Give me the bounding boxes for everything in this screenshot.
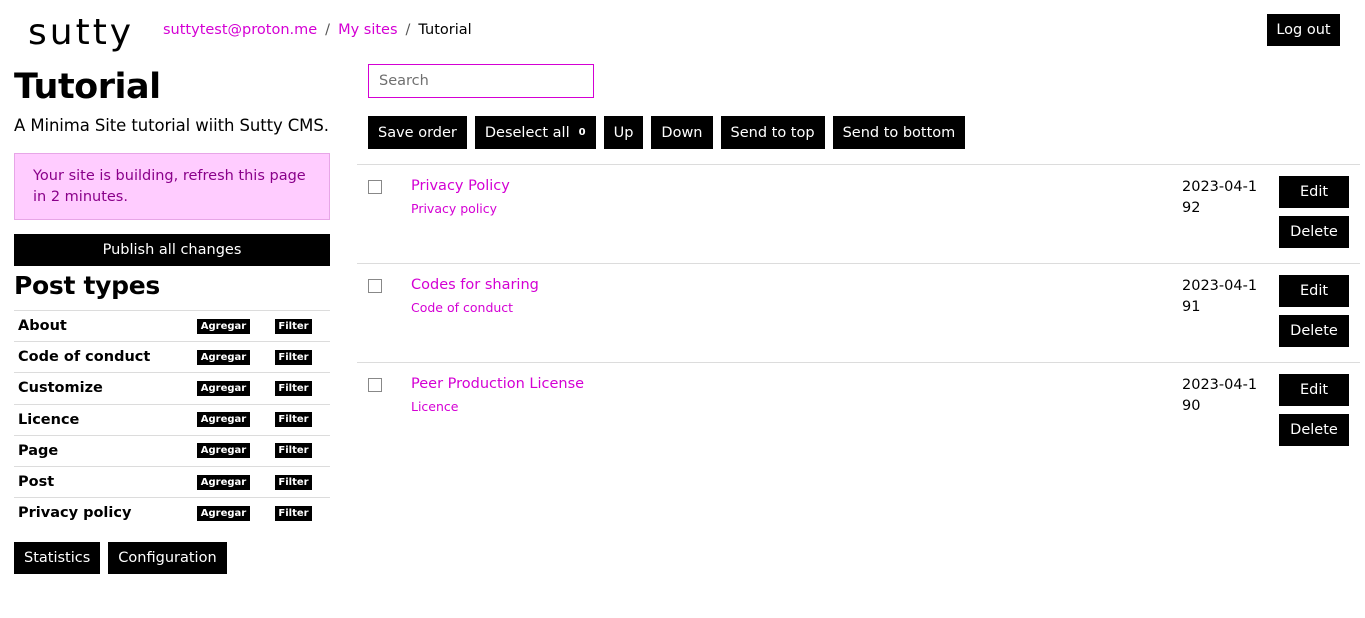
posts-list: Privacy Policy Privacy policy 2023-04-19…: [357, 164, 1360, 461]
site-title: Tutorial: [14, 67, 161, 107]
edit-button[interactable]: Edit: [1279, 374, 1349, 406]
move-down-button[interactable]: Down: [651, 116, 713, 149]
post-types-table: About Agregar Filter Code of conduct Agr…: [14, 310, 330, 528]
post-row: Privacy Policy Privacy policy 2023-04-19…: [357, 164, 1360, 263]
post-select-checkbox[interactable]: [368, 279, 382, 293]
post-type-row: Page Agregar Filter: [14, 434, 330, 466]
add-post-button[interactable]: Agregar: [197, 505, 250, 521]
build-status-alert: Your site is building, refresh this page…: [14, 153, 330, 220]
post-type-link[interactable]: Privacy policy: [411, 201, 497, 216]
post-type-row: Privacy policy Agregar Filter: [14, 497, 330, 528]
breadcrumb-separator: /: [325, 22, 331, 38]
post-type-link[interactable]: Licence: [411, 399, 459, 414]
sutty-logo[interactable]: sutty: [28, 12, 136, 54]
send-to-bottom-button[interactable]: Send to bottom: [832, 116, 966, 149]
selected-count-badge: 0: [578, 127, 586, 138]
filter-button[interactable]: Filter: [275, 380, 312, 396]
add-post-button[interactable]: Agregar: [197, 412, 250, 428]
post-title-link[interactable]: Privacy Policy: [411, 178, 510, 194]
order-toolbar: Save order Deselect all 0 Up Down Send t…: [368, 116, 966, 149]
post-type-name[interactable]: About: [18, 318, 67, 334]
edit-button[interactable]: Edit: [1279, 275, 1349, 307]
filter-button[interactable]: Filter: [275, 349, 312, 365]
post-select-checkbox[interactable]: [368, 180, 382, 194]
sidebar-footer: Statistics Configuration: [14, 542, 330, 575]
delete-button[interactable]: Delete: [1279, 315, 1349, 347]
add-post-button[interactable]: Agregar: [197, 474, 250, 490]
logout-button[interactable]: Log out: [1267, 14, 1340, 46]
post-type-name[interactable]: Customize: [18, 380, 103, 396]
post-title-link[interactable]: Peer Production License: [411, 376, 584, 392]
configuration-button[interactable]: Configuration: [108, 542, 227, 575]
filter-button[interactable]: Filter: [275, 412, 312, 428]
filter-button[interactable]: Filter: [275, 318, 312, 334]
filter-button[interactable]: Filter: [275, 443, 312, 459]
add-post-button[interactable]: Agregar: [197, 443, 250, 459]
delete-button[interactable]: Delete: [1279, 414, 1349, 446]
post-type-name[interactable]: Licence: [18, 412, 79, 428]
post-row: Codes for sharing Code of conduct 2023-0…: [357, 263, 1360, 362]
post-type-row: Customize Agregar Filter: [14, 372, 330, 403]
breadcrumb-current: Tutorial: [418, 22, 472, 38]
breadcrumb-user-link[interactable]: suttytest@proton.me: [163, 22, 317, 38]
post-type-row: About Agregar Filter: [14, 310, 330, 341]
logo-text: sutty: [28, 12, 134, 53]
post-type-name[interactable]: Page: [18, 443, 58, 459]
breadcrumb-sites-link[interactable]: My sites: [338, 22, 397, 38]
post-type-row: Code of conduct Agregar Filter: [14, 341, 330, 372]
post-type-row: Licence Agregar Filter: [14, 403, 330, 435]
add-post-button[interactable]: Agregar: [197, 318, 250, 334]
filter-button[interactable]: Filter: [275, 505, 312, 521]
post-type-name[interactable]: Post: [18, 474, 54, 490]
save-order-button[interactable]: Save order: [368, 116, 467, 149]
post-date: 2023-04-192: [1182, 179, 1258, 216]
post-type-row: Post Agregar Filter: [14, 465, 330, 497]
breadcrumb-separator: /: [405, 22, 411, 38]
search-input[interactable]: [368, 64, 594, 98]
add-post-button[interactable]: Agregar: [197, 380, 250, 396]
edit-button[interactable]: Edit: [1279, 176, 1349, 208]
post-title-link[interactable]: Codes for sharing: [411, 277, 539, 293]
post-type-name[interactable]: Code of conduct: [18, 349, 150, 365]
publish-all-button[interactable]: Publish all changes: [14, 234, 330, 266]
post-type-link[interactable]: Code of conduct: [411, 300, 513, 315]
site-description: A Minima Site tutorial wiith Sutty CMS.: [14, 116, 329, 135]
statistics-button[interactable]: Statistics: [14, 542, 101, 575]
filter-button[interactable]: Filter: [275, 474, 312, 490]
post-row: Peer Production License Licence 2023-04-…: [357, 362, 1360, 461]
send-to-top-button[interactable]: Send to top: [720, 116, 825, 149]
post-date: 2023-04-190: [1182, 377, 1258, 414]
post-type-name[interactable]: Privacy policy: [18, 505, 131, 521]
sidebar: Tutorial A Minima Site tutorial wiith Su…: [14, 64, 330, 575]
deselect-all-label: Deselect all: [484, 124, 570, 141]
breadcrumb: suttytest@proton.me / My sites / Tutoria…: [163, 22, 472, 38]
post-types-heading: Post types: [14, 271, 161, 300]
post-date: 2023-04-191: [1182, 278, 1258, 315]
add-post-button[interactable]: Agregar: [197, 349, 250, 365]
deselect-all-button[interactable]: Deselect all 0: [474, 116, 596, 149]
delete-button[interactable]: Delete: [1279, 216, 1349, 248]
post-select-checkbox[interactable]: [368, 378, 382, 392]
move-up-button[interactable]: Up: [603, 116, 644, 149]
